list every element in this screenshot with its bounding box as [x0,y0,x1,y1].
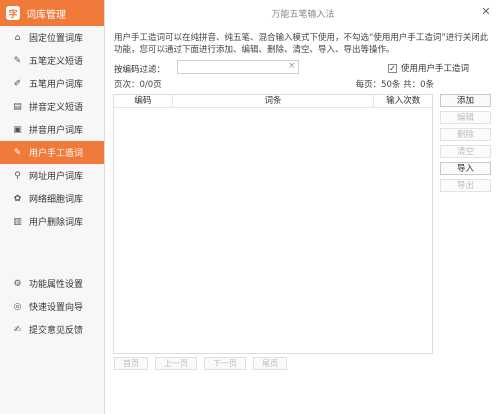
column-header-word[interactable]: 词条 [173,95,375,107]
sidebar-item-pinyin-user[interactable]: ▣ 拼音用户词库 [0,118,104,141]
feedback-icon: ✍ [13,324,22,335]
words-table: 编码 词条 输入次数 [113,94,433,354]
gear-icon: ⚙ [13,278,22,289]
sidebar-item-setup-wizard[interactable]: ◎ 快速设置向导 [0,295,104,318]
clear-filter-icon[interactable]: × [288,61,296,71]
sidebar-item-manual-words[interactable]: ✎ 用户手工造词 [0,141,104,164]
sidebar-settings-menu: ⚙ 功能属性设置 ◎ 快速设置向导 ✍ 提交意见反馈 [0,272,104,341]
sidebar-item-label: 快速设置向导 [29,303,84,313]
brush-icon: ✎ [13,147,22,158]
clear-button[interactable]: 清空 [440,145,491,158]
sidebar-title: 词库管理 [26,9,66,21]
code-filter-input[interactable] [177,60,299,74]
sidebar-item-label: 提交意见反馈 [29,326,84,336]
edit-button[interactable]: 编辑 [440,111,491,124]
description-text: 用户手工造词可以在纯拼音、纯五笔、混合输入模式下使用，不勾选“使用用户手工造词”… [114,33,489,55]
sidebar-item-label: 固定位置词库 [29,34,84,44]
use-manual-words-toggle[interactable]: ✓ 使用用户手工造词 [388,62,469,74]
sidebar-item-pinyin-phrase[interactable]: ▤ 拼音定义短语 [0,95,104,118]
sidebar-item-label: 用户删除词库 [29,218,84,228]
sidebar-header: 字 词库管理 [0,0,104,26]
column-header-count[interactable]: 输入次数 [374,95,432,107]
column-header-code[interactable]: 编码 [114,95,173,107]
sidebar-item-wubi-phrase[interactable]: ✎ 五笔定义短语 [0,49,104,72]
sidebar-item-label: 功能属性设置 [29,280,84,290]
user-card-icon: ▣ [13,124,22,135]
export-button[interactable]: 导出 [440,179,491,192]
pen-icon: ✎ [13,55,22,66]
app-logo-icon: 字 [6,6,20,20]
delete-button[interactable]: 删除 [440,128,491,141]
import-button[interactable]: 导入 [440,162,491,175]
filter-label: 按编码过滤： [114,65,166,75]
sidebar-item-label: 网络细胞词库 [29,195,84,205]
next-page-button[interactable]: 下一页 [204,357,246,370]
sidebar-item-url-user[interactable]: ⚲ 网址用户词库 [0,164,104,187]
sidebar-item-label: 网址用户词库 [29,172,84,182]
add-button[interactable]: 添加 [440,94,491,107]
pagination: 首页 上一页 下一页 尾页 [114,357,294,370]
sidebar-item-label: 拼音定义短语 [29,103,84,113]
sidebar-item-fixed-position[interactable]: ⌂ 固定位置词库 [0,26,104,49]
per-page-info: 每页：50条 共：0条 [355,80,434,90]
sidebar-item-user-deleted[interactable]: ▥ 用户删除词库 [0,210,104,233]
window-title-bar: 万能五笔输入法 [106,0,500,26]
page-info: 页次：0/0页 [114,80,162,90]
sidebar-item-label: 用户手工造词 [29,149,84,159]
sidebar-menu: ⌂ 固定位置词库 ✎ 五笔定义短语 ✐ 五笔用户词库 ▤ 拼音定义短语 ▣ 拼音用户词库 … [0,26,104,233]
window-title: 万能五笔输入法 [271,9,335,20]
table-header: 编码 词条 输入次数 [114,95,432,108]
last-page-button[interactable]: 尾页 [253,357,287,370]
sidebar-item-label: 五笔用户词库 [29,80,84,90]
sidebar-item-feature-settings[interactable]: ⚙ 功能属性设置 [0,272,104,295]
use-manual-words-checkbox[interactable]: ✓ [388,63,397,73]
book-icon: ▤ [13,101,22,112]
edit-icon: ✐ [13,78,22,89]
sidebar-item-feedback[interactable]: ✍ 提交意见反馈 [0,318,104,341]
use-manual-words-label: 使用用户手工造词 [401,64,470,74]
first-page-button[interactable]: 首页 [114,357,148,370]
cell-icon: ✿ [13,193,22,204]
pin-icon: ⌂ [14,32,21,43]
sidebar: 字 词库管理 ⌂ 固定位置词库 ✎ 五笔定义短语 ✐ 五笔用户词库 ▤ 拼音定义短语 ▣… [0,0,105,414]
sidebar-item-label: 五笔定义短语 [29,57,84,67]
action-buttons: 添加 编辑 删除 清空 导入 导出 [440,94,491,196]
sidebar-item-wubi-user[interactable]: ✐ 五笔用户词库 [0,72,104,95]
close-icon[interactable]: ✕ [480,6,492,18]
prev-page-button[interactable]: 上一页 [155,357,197,370]
compass-icon: ◎ [13,301,22,312]
sidebar-item-label: 拼音用户词库 [29,126,84,136]
trash-icon: ▥ [13,216,22,227]
link-icon: ⚲ [14,170,21,181]
sidebar-item-network-cell[interactable]: ✿ 网络细胞词库 [0,187,104,210]
